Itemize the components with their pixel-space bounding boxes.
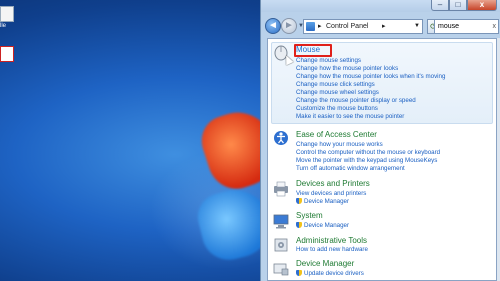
breadcrumb-separator[interactable]: ▸ xyxy=(318,20,322,33)
pdf-icon xyxy=(0,46,14,62)
forward-button[interactable]: ► xyxy=(281,18,297,34)
breadcrumb-separator[interactable]: ▸ xyxy=(382,20,386,33)
search-value: mouse xyxy=(438,23,460,30)
result-title-administrative-tools[interactable]: Administrative Tools xyxy=(296,236,367,246)
file-icon xyxy=(0,6,14,22)
desktop-pdf-icon[interactable] xyxy=(0,46,16,62)
link-device-manager-label: Device Manager xyxy=(304,222,350,229)
link-pointer-looks[interactable]: Change how the mouse pointer looks xyxy=(296,65,398,73)
maximize-button[interactable]: □ xyxy=(449,0,467,11)
devices-printers-icon xyxy=(274,181,288,197)
link-device-manager[interactable]: Device Manager xyxy=(296,222,349,230)
minimize-button[interactable]: – xyxy=(431,0,449,11)
link-wheel-settings[interactable]: Change mouse wheel settings xyxy=(296,89,379,97)
title-bar: – □ x xyxy=(261,0,500,12)
control-panel-icon xyxy=(306,22,315,31)
address-dropdown-icon[interactable]: ▼ xyxy=(414,20,420,33)
result-title-devices-printers[interactable]: Devices and Printers xyxy=(296,179,370,189)
desktop-icon-label: lle xyxy=(0,23,7,29)
link-click-settings[interactable]: Change mouse click settings xyxy=(296,81,375,89)
address-bar[interactable]: ▸ Control Panel ▸ ▼ xyxy=(303,19,423,34)
back-button[interactable]: ◄ xyxy=(265,18,281,34)
shield-icon xyxy=(296,222,302,228)
link-change-mouse-settings[interactable]: Change mouse settings xyxy=(296,57,361,65)
link-update-drivers-label: Update device drivers xyxy=(304,270,364,277)
system-icon xyxy=(273,214,289,229)
link-device-manager-label: Device Manager xyxy=(304,198,350,205)
link-update-drivers[interactable]: Update device drivers xyxy=(296,270,364,278)
close-button[interactable]: x xyxy=(467,0,497,11)
link-window-arrangement[interactable]: Turn off automatic window arrangement xyxy=(296,165,405,173)
link-pointer-speed[interactable]: Change the mouse pointer display or spee… xyxy=(296,97,416,105)
result-title-system[interactable]: System xyxy=(296,211,323,221)
link-customize-buttons[interactable]: Customize the mouse buttons xyxy=(296,105,378,113)
link-mousekeys[interactable]: Move the pointer with the keypad using M… xyxy=(296,157,437,165)
link-add-hardware[interactable]: How to add new hardware xyxy=(296,246,368,254)
shield-icon xyxy=(296,198,302,204)
device-manager-icon xyxy=(273,263,289,276)
highlight-box xyxy=(294,44,332,57)
result-title-device-manager[interactable]: Device Manager xyxy=(296,259,354,269)
clear-search-icon[interactable]: x xyxy=(493,20,497,33)
ease-of-access-icon xyxy=(274,131,288,145)
link-change-mouse-works[interactable]: Change how your mouse works xyxy=(296,141,383,149)
search-input[interactable]: mouse x xyxy=(434,19,499,34)
link-view-devices[interactable]: View devices and printers xyxy=(296,190,366,198)
result-title-ease-of-access[interactable]: Ease of Access Center xyxy=(296,130,377,140)
breadcrumb-control-panel[interactable]: Control Panel xyxy=(326,20,368,33)
link-easier-pointer[interactable]: Make it easier to see the mouse pointer xyxy=(296,113,404,121)
link-pointer-looks-moving[interactable]: Change how the mouse pointer looks when … xyxy=(296,73,445,81)
desktop-file-icon[interactable]: lle xyxy=(0,6,16,30)
results-pane: Mouse Change mouse settings Change how t… xyxy=(267,38,497,281)
control-panel-window: – □ x ◄ ► ▼ ▸ Control Panel ▸ ▼ ⟳ mouse … xyxy=(260,0,500,281)
admin-tools-icon xyxy=(274,238,288,252)
navigation-bar: ◄ ► ▼ ▸ Control Panel ▸ ▼ ⟳ mouse x xyxy=(261,12,500,38)
shield-icon xyxy=(296,270,302,276)
link-control-without-mouse[interactable]: Control the computer without the mouse o… xyxy=(296,149,440,157)
link-device-manager[interactable]: Device Manager xyxy=(296,198,349,206)
